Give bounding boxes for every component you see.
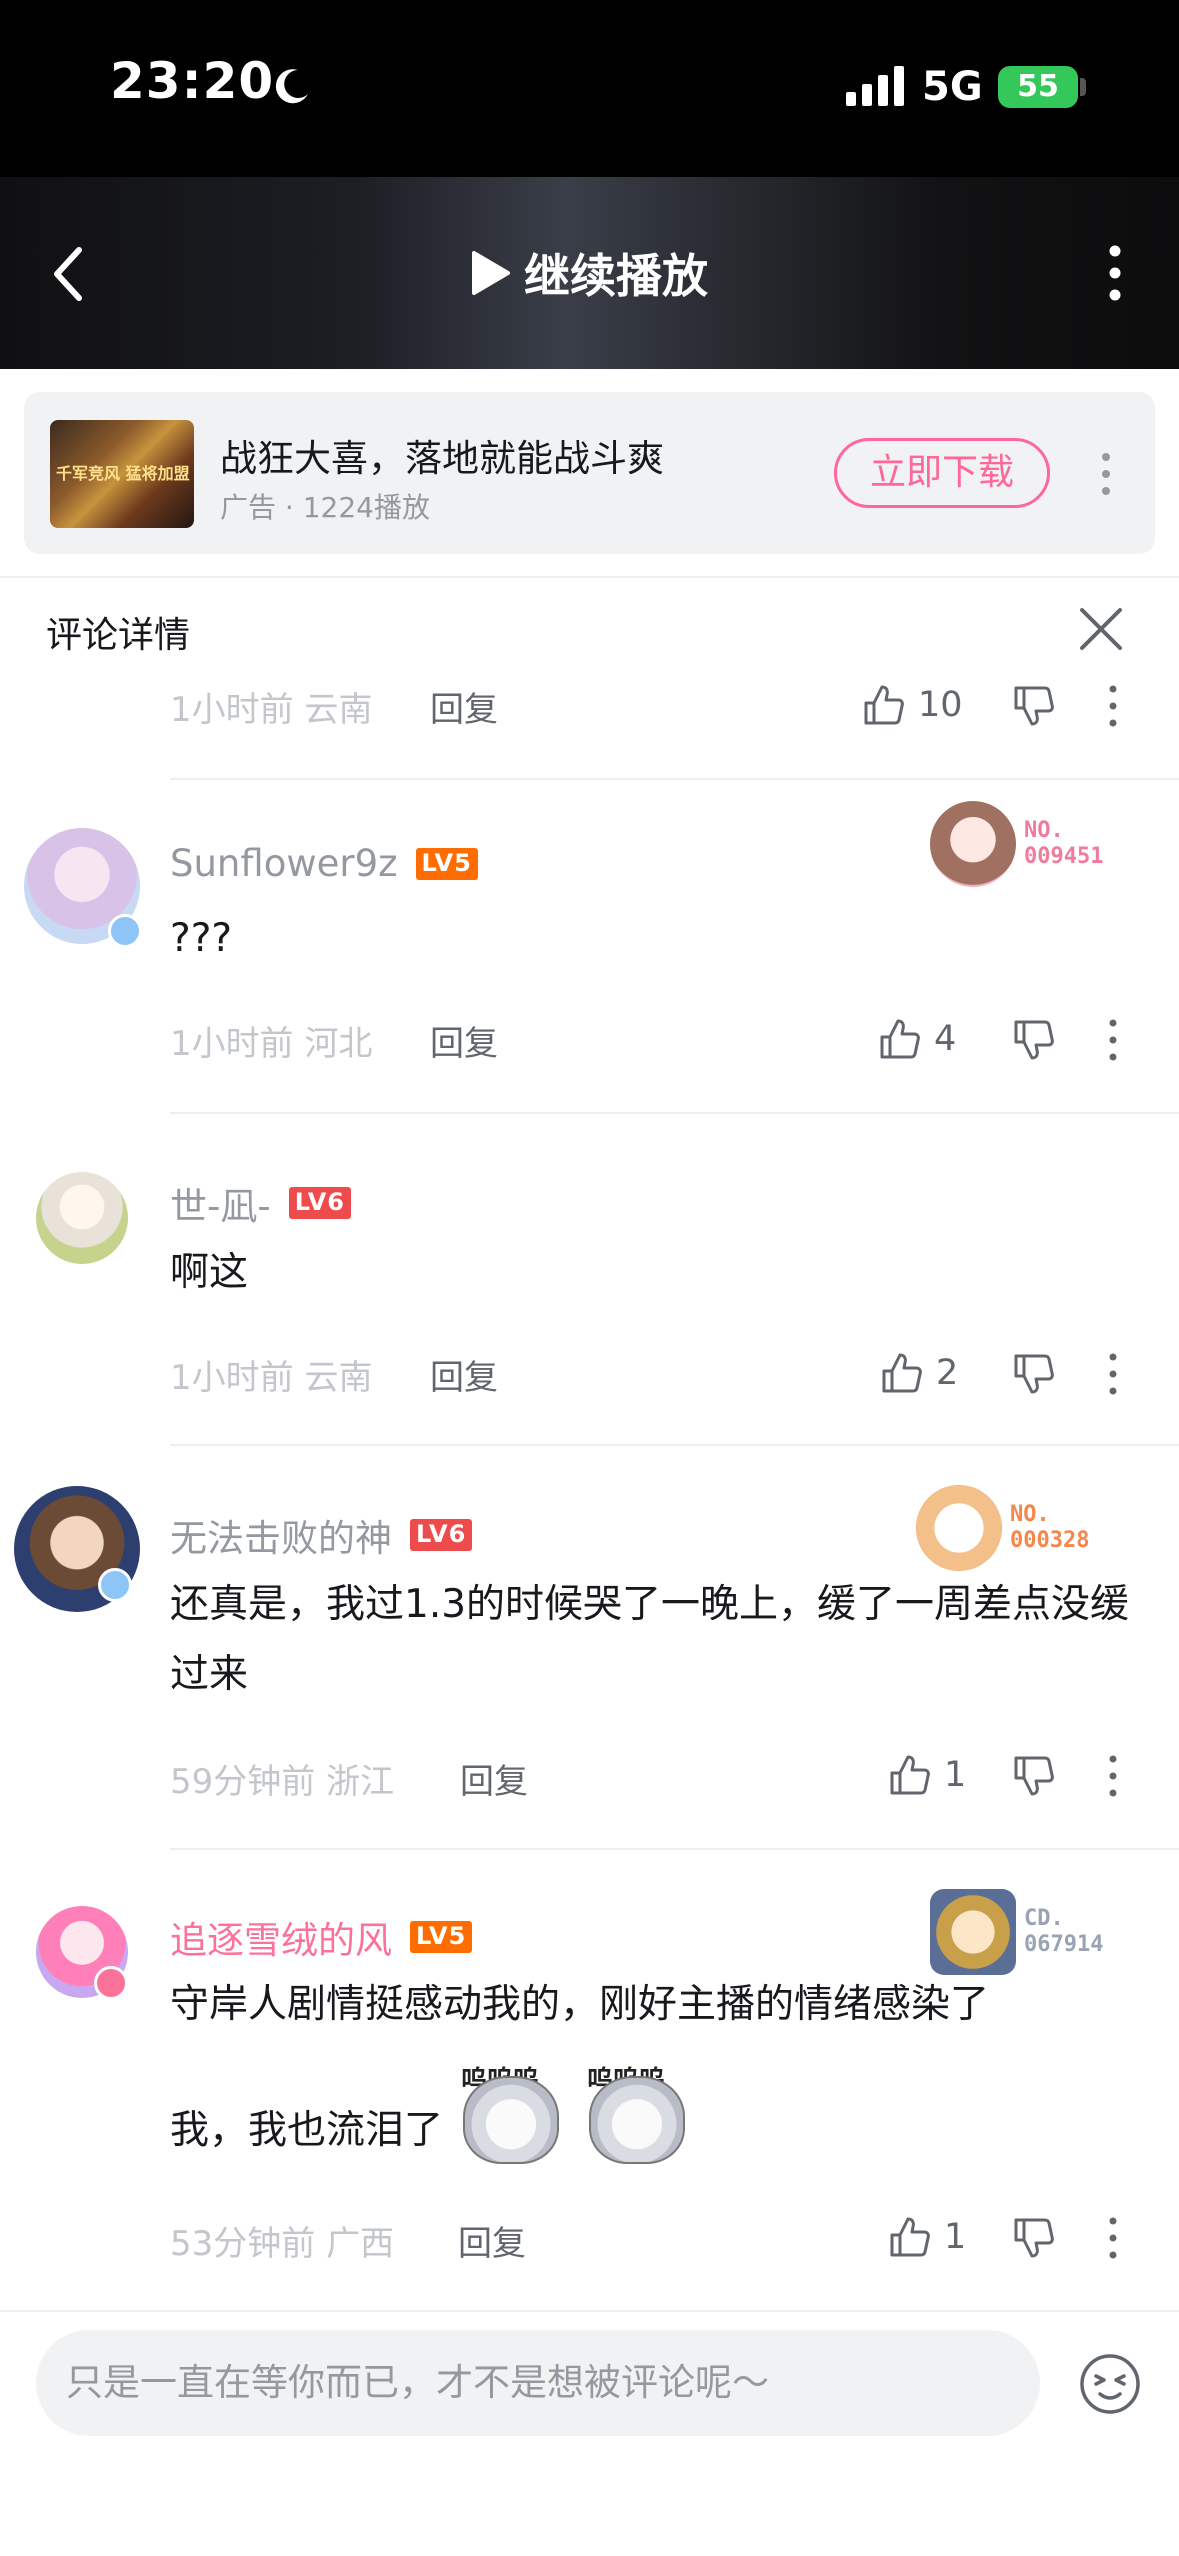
network-type: 5G <box>922 64 983 110</box>
more-vertical-icon[interactable] <box>1090 243 1140 303</box>
comment-meta: 53分钟前 广西 <box>170 2224 395 2264</box>
username[interactable]: 追逐雪绒的风 LV5 <box>170 1910 473 1964</box>
reply-button[interactable]: 回复 <box>430 1350 498 1399</box>
ad-thumbnail[interactable]: 千军竞风 猛将加盟 <box>50 420 194 528</box>
back-arrow-icon <box>54 247 82 301</box>
like-button[interactable]: 4 <box>878 1014 956 1064</box>
level-badge: LV5 <box>415 847 478 880</box>
fan-medal-image <box>916 1485 1002 1571</box>
vip-badge <box>94 1966 128 2000</box>
comment-text-line: 我，我也流泪了 呜呜呜 呜呜呜 <box>170 2046 1145 2166</box>
verified-badge <box>98 1568 132 1602</box>
status-time: 23:20 <box>110 52 275 110</box>
comment-text: 啊这 <box>170 1250 249 1295</box>
ad-thumbnail-text: 千军竞风 猛将加盟 <box>56 464 190 483</box>
level-badge: LV5 <box>410 1921 473 1953</box>
thumb-down-icon[interactable] <box>1012 2216 1056 2260</box>
comment-text: 守岸人剧情挺感动我的，刚好主播的情绪感染了 我，我也流泪了 呜呜呜 呜呜呜 <box>170 1970 1145 2166</box>
ad-card[interactable]: 千军竞风 猛将加盟 战狂大喜，落地就能战斗爽 广告 · 1224播放 立即下载 <box>24 392 1155 554</box>
row-divider <box>170 1848 1179 1850</box>
verified-badge <box>108 914 142 948</box>
like-button[interactable]: 1 <box>888 1750 966 1800</box>
row-divider <box>170 1444 1179 1446</box>
row-divider <box>170 778 1179 780</box>
like-button[interactable]: 1 <box>888 2212 966 2262</box>
ad-more-icon[interactable] <box>1094 452 1118 496</box>
reply-button[interactable]: 回复 <box>430 1016 498 1065</box>
fan-medal-card[interactable]: NO. 009451 <box>930 796 1103 892</box>
comment-meta: 1小时前 河北 <box>170 1024 373 1064</box>
fan-number: NO. 009451 <box>1024 818 1104 869</box>
ad-title[interactable]: 战狂大喜，落地就能战斗爽 <box>220 428 664 482</box>
ad-meta: 广告 · 1224播放 <box>220 491 430 524</box>
row-divider <box>170 1112 1179 1114</box>
comment-more-icon[interactable] <box>1106 684 1120 728</box>
thumb-down-icon[interactable] <box>1012 1352 1056 1396</box>
comment-more-icon[interactable] <box>1106 1754 1120 1798</box>
crying-emote-icon: 呜呜呜 <box>577 2046 695 2166</box>
fan-medal-card[interactable]: NO. 000328 <box>916 1480 1089 1576</box>
like-count: 1 <box>944 2217 967 2257</box>
fan-medal-image <box>930 1889 1016 1975</box>
ad-download-button[interactable]: 立即下载 <box>834 438 1050 508</box>
like-count: 2 <box>936 1353 959 1393</box>
thumb-up-icon <box>864 685 904 725</box>
like-count: 1 <box>944 1755 967 1795</box>
section-divider <box>0 576 1179 578</box>
reply-button[interactable]: 回复 <box>460 1754 528 1803</box>
comment-more-icon[interactable] <box>1106 2216 1120 2260</box>
comment-detail-title: 评论详情 <box>46 615 191 656</box>
comment-meta: 1小时前 云南 <box>170 690 373 730</box>
comment-text: 还真是，我过1.3的时候哭了一晚上，缓了一周差点没缓过来 <box>170 1582 1130 1697</box>
comment-input[interactable]: 只是一直在等你而已，才不是想被评论呢～ <box>36 2330 1040 2436</box>
continue-play-label: 继续播放 <box>524 249 708 303</box>
player-bar: 继续播放 <box>0 177 1179 369</box>
input-divider <box>0 2310 1179 2312</box>
thumb-down-icon[interactable] <box>1012 1018 1056 1062</box>
status-bar: 23:20 5G 55 <box>0 0 1179 177</box>
like-count: 10 <box>918 685 963 725</box>
thumb-down-icon[interactable] <box>1012 1754 1056 1798</box>
username[interactable]: 无法击败的神 LV6 <box>170 1508 473 1562</box>
thumb-down-icon[interactable] <box>1012 684 1056 728</box>
comment-meta: 59分钟前 浙江 <box>170 1762 395 1802</box>
crying-emote-icon: 呜呜呜 <box>451 2046 569 2166</box>
close-icon[interactable] <box>1076 604 1126 654</box>
continue-play-button[interactable]: 继续播放 <box>470 239 708 307</box>
like-count: 4 <box>934 1019 957 1059</box>
fan-number: CD. 067914 <box>1024 1906 1104 1957</box>
level-badge: LV6 <box>288 1187 351 1219</box>
fan-medal-image <box>930 801 1016 887</box>
comment-more-icon[interactable] <box>1106 1018 1120 1062</box>
like-button[interactable]: 2 <box>880 1348 958 1398</box>
like-button[interactable]: 10 <box>862 680 963 730</box>
avatar[interactable] <box>36 1172 128 1264</box>
moon-icon <box>275 69 308 104</box>
battery-nub <box>1080 78 1086 96</box>
fan-medal-card[interactable]: CD. 067914 <box>930 1884 1103 1980</box>
emoji-icon[interactable] <box>1078 2352 1142 2416</box>
battery-indicator: 55 <box>998 66 1078 108</box>
username[interactable]: Sunflower9z LV5 <box>170 842 478 885</box>
thumb-up-icon <box>890 1755 930 1795</box>
comment-more-icon[interactable] <box>1106 1352 1120 1396</box>
username[interactable]: 世-凪- LV6 <box>170 1176 351 1230</box>
comment-text: ??? <box>170 916 233 961</box>
reply-button[interactable]: 回复 <box>430 682 498 731</box>
thumb-up-icon <box>890 2217 930 2257</box>
signal-icon <box>846 66 904 106</box>
play-icon <box>472 251 510 295</box>
back-button[interactable] <box>40 242 96 306</box>
level-badge: LV6 <box>410 1519 473 1551</box>
reply-button[interactable]: 回复 <box>458 2216 526 2265</box>
thumb-up-icon <box>880 1019 920 1059</box>
thumb-up-icon <box>882 1353 922 1393</box>
comment-text-line: 守岸人剧情挺感动我的，刚好主播的情绪感染了 <box>170 1982 990 2027</box>
comment-meta: 1小时前 云南 <box>170 1358 373 1398</box>
fan-number: NO. 000328 <box>1010 1502 1090 1553</box>
